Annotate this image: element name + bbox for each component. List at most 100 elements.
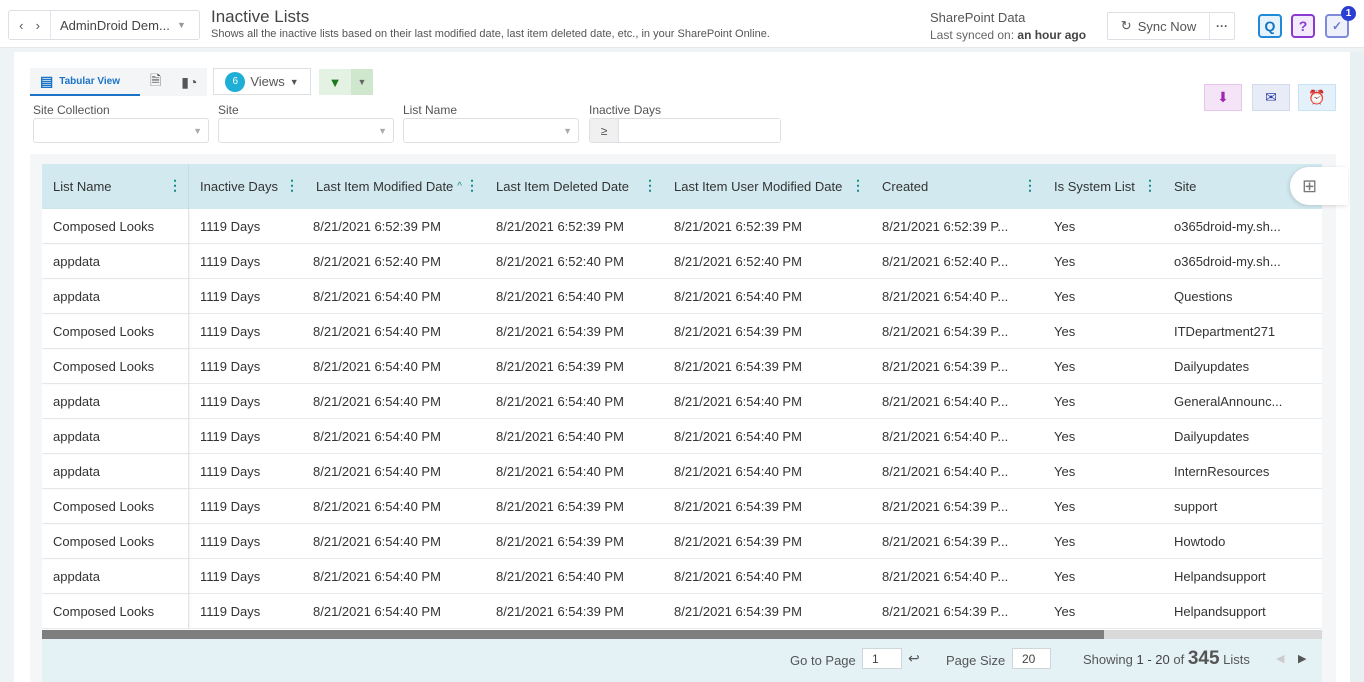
cell-site: InternResources bbox=[1174, 464, 1270, 479]
sort-ascending-icon[interactable]: ^ bbox=[457, 181, 462, 192]
column-header-label: Last Item User Modified Date bbox=[674, 179, 843, 194]
cell-inactive-days: 1119 Days bbox=[200, 464, 261, 479]
cell-is-system-list: Yes bbox=[1054, 219, 1076, 234]
column-header-label: Last Item Deleted Date bbox=[496, 179, 629, 194]
tenant-selector[interactable]: ‹ › AdminDroid Dem... ▼ bbox=[8, 10, 200, 40]
cell-created: 8/21/2021 6:54:39 P... bbox=[882, 359, 1009, 374]
column-header-is-system-list[interactable]: Is System List ⋮ bbox=[1043, 164, 1163, 209]
column-menu-icon[interactable]: ⋮ bbox=[285, 178, 299, 192]
table-row[interactable]: appdata 1119 Days 8/21/2021 6:54:40 PM 8/21… bbox=[42, 559, 1322, 594]
filter-icon[interactable]: ▼ bbox=[319, 69, 351, 95]
column-header-last-item-deleted-date[interactable]: Last Item Deleted Date ⋮ bbox=[485, 164, 663, 209]
cell-last-item-deleted-date: 8/21/2021 6:54:39 PM bbox=[496, 499, 624, 514]
cell-site: ITDepartment271 bbox=[1174, 324, 1276, 339]
column-menu-icon[interactable]: ⋮ bbox=[851, 178, 865, 192]
tab-tabular-view[interactable]: ▤ Tabular View bbox=[30, 68, 140, 96]
site-collection-select[interactable]: ▼ bbox=[33, 118, 209, 143]
column-header-inactive-days[interactable]: Inactive Days ⋮ bbox=[189, 164, 305, 209]
page-size-input[interactable]: 20 bbox=[1012, 648, 1051, 669]
cell-is-system-list: Yes bbox=[1054, 534, 1076, 549]
more-options-button[interactable]: ··· bbox=[1210, 13, 1234, 39]
cell-is-system-list: Yes bbox=[1054, 394, 1076, 409]
column-menu-icon[interactable]: ⋮ bbox=[168, 178, 182, 192]
list-name-select[interactable]: ▼ bbox=[403, 118, 579, 143]
alarm-clock-icon[interactable]: ⏰ bbox=[1298, 84, 1336, 111]
cell-last-item-deleted-date: 8/21/2021 6:54:40 PM bbox=[496, 464, 624, 479]
cell-last-item-user-modified-date: 8/21/2021 6:54:39 PM bbox=[674, 499, 802, 514]
site-select[interactable]: ▼ bbox=[218, 118, 394, 143]
chevron-down-icon[interactable]: ▼ bbox=[177, 20, 199, 30]
table-row[interactable]: appdata 1119 Days 8/21/2021 6:54:40 PM 8/21… bbox=[42, 419, 1322, 454]
cell-list-name: appdata bbox=[42, 279, 189, 314]
go-to-page-label: Go to Page bbox=[790, 653, 856, 668]
views-dropdown[interactable]: 6 Views ▼ bbox=[213, 68, 311, 95]
filter-dropdown-caret[interactable]: ▼ bbox=[351, 69, 373, 95]
list-name-label: List Name bbox=[403, 103, 458, 117]
cell-last-item-deleted-date: 8/21/2021 6:54:40 PM bbox=[496, 289, 624, 304]
tab-chart-view[interactable]: ▮◔ bbox=[171, 68, 207, 96]
cell-last-item-user-modified-date: 8/21/2021 6:54:40 PM bbox=[674, 569, 802, 584]
enter-icon[interactable]: ↩ bbox=[908, 650, 920, 667]
export-icon[interactable]: ⬇ bbox=[1204, 84, 1242, 111]
forward-arrow-icon[interactable]: › bbox=[36, 18, 40, 33]
cell-list-name: Composed Looks bbox=[42, 209, 189, 244]
cell-created: 8/21/2021 6:52:39 P... bbox=[882, 219, 1009, 234]
cell-last-item-modified-date: 8/21/2021 6:54:40 PM bbox=[313, 604, 441, 619]
table-row[interactable]: appdata 1119 Days 8/21/2021 6:54:40 PM 8/21… bbox=[42, 454, 1322, 489]
cell-last-item-deleted-date: 8/21/2021 6:54:39 PM bbox=[496, 604, 624, 619]
table-row[interactable]: appdata 1119 Days 8/21/2021 6:54:40 PM 8/21… bbox=[42, 384, 1322, 419]
table-row[interactable]: appdata 1119 Days 8/21/2021 6:54:40 PM 8/21… bbox=[42, 279, 1322, 314]
cell-site: support bbox=[1174, 499, 1218, 514]
page-number-input[interactable]: 1 bbox=[862, 648, 902, 669]
table-row[interactable]: Composed Looks 1119 Days 8/21/2021 6:54:40… bbox=[42, 349, 1322, 384]
scrollbar-thumb[interactable] bbox=[42, 630, 1105, 639]
column-header-created[interactable]: Created ⋮ bbox=[871, 164, 1043, 209]
view-tabs: ▤ Tabular View 🗎 ▮◔ bbox=[30, 68, 208, 96]
next-page-icon[interactable]: ▶ bbox=[1298, 652, 1306, 665]
mail-icon[interactable]: ✉ bbox=[1252, 84, 1290, 111]
operator-selector[interactable]: ≥ bbox=[590, 119, 619, 142]
tab-report-schedule[interactable]: 🗎 bbox=[140, 68, 171, 96]
last-synced-label: Last synced on: bbox=[930, 28, 1018, 42]
search-icon[interactable]: Q bbox=[1258, 14, 1282, 38]
back-arrow-icon[interactable]: ‹ bbox=[19, 18, 23, 33]
total-count: 345 bbox=[1187, 648, 1220, 669]
column-menu-icon[interactable]: ⋮ bbox=[465, 178, 479, 192]
cell-last-item-modified-date: 8/21/2021 6:54:40 PM bbox=[313, 289, 441, 304]
column-settings-icon[interactable]: ⊞ bbox=[1290, 167, 1348, 205]
cell-inactive-days: 1119 Days bbox=[200, 359, 261, 374]
horizontal-scrollbar[interactable] bbox=[42, 630, 1322, 639]
cell-last-item-modified-date: 8/21/2021 6:54:40 PM bbox=[313, 534, 441, 549]
help-icon[interactable]: ? bbox=[1291, 14, 1315, 38]
column-header-last-item-modified-date[interactable]: Last Item Modified Date ^ ⋮ bbox=[305, 164, 485, 209]
table-row[interactable]: appdata 1119 Days 8/21/2021 6:52:40 PM 8/21… bbox=[42, 244, 1322, 279]
column-menu-icon[interactable]: ⋮ bbox=[643, 178, 657, 192]
page-size-label: Page Size bbox=[946, 653, 1006, 668]
page-scrollbar[interactable] bbox=[1350, 52, 1364, 682]
sync-group: ↻ Sync Now ··· bbox=[1107, 12, 1235, 40]
inactive-days-input[interactable] bbox=[619, 119, 780, 142]
showing-range: 1 - 20 bbox=[1136, 652, 1170, 667]
sync-now-label: Sync Now bbox=[1137, 18, 1197, 34]
table-row[interactable]: Composed Looks 1119 Days 8/21/2021 6:54:40… bbox=[42, 489, 1322, 524]
tenant-name[interactable]: AdminDroid Dem... bbox=[51, 18, 177, 33]
cell-list-name: appdata bbox=[42, 419, 189, 454]
column-menu-icon[interactable]: ⋮ bbox=[1023, 178, 1037, 192]
cell-site: Howtodo bbox=[1174, 534, 1226, 549]
sync-now-button[interactable]: ↻ Sync Now bbox=[1108, 13, 1210, 39]
cell-last-item-deleted-date: 8/21/2021 6:54:39 PM bbox=[496, 324, 624, 339]
table-row[interactable]: Composed Looks 1119 Days 8/21/2021 6:54:40… bbox=[42, 314, 1322, 349]
last-synced-value: an hour ago bbox=[1017, 28, 1087, 42]
table-row[interactable]: Composed Looks 1119 Days 8/21/2021 6:54:40… bbox=[42, 524, 1322, 559]
column-header-last-item-user-modified-date[interactable]: Last Item User Modified Date ⋮ bbox=[663, 164, 871, 209]
column-header-label: Last Item Modified Date bbox=[316, 179, 454, 194]
cell-is-system-list: Yes bbox=[1054, 604, 1076, 619]
cell-created: 8/21/2021 6:52:40 P... bbox=[882, 254, 1009, 269]
views-count-badge: 6 bbox=[225, 71, 246, 92]
cell-is-system-list: Yes bbox=[1054, 569, 1076, 584]
column-menu-icon[interactable]: ⋮ bbox=[1143, 178, 1157, 192]
previous-page-icon[interactable]: ◀ bbox=[1276, 652, 1284, 665]
table-row[interactable]: Composed Looks 1119 Days 8/21/2021 6:52:39… bbox=[42, 209, 1322, 244]
table-row[interactable]: Composed Looks 1119 Days 8/21/2021 6:54:40… bbox=[42, 594, 1322, 629]
column-header-list-name[interactable]: List Name ⋮ bbox=[42, 164, 189, 209]
